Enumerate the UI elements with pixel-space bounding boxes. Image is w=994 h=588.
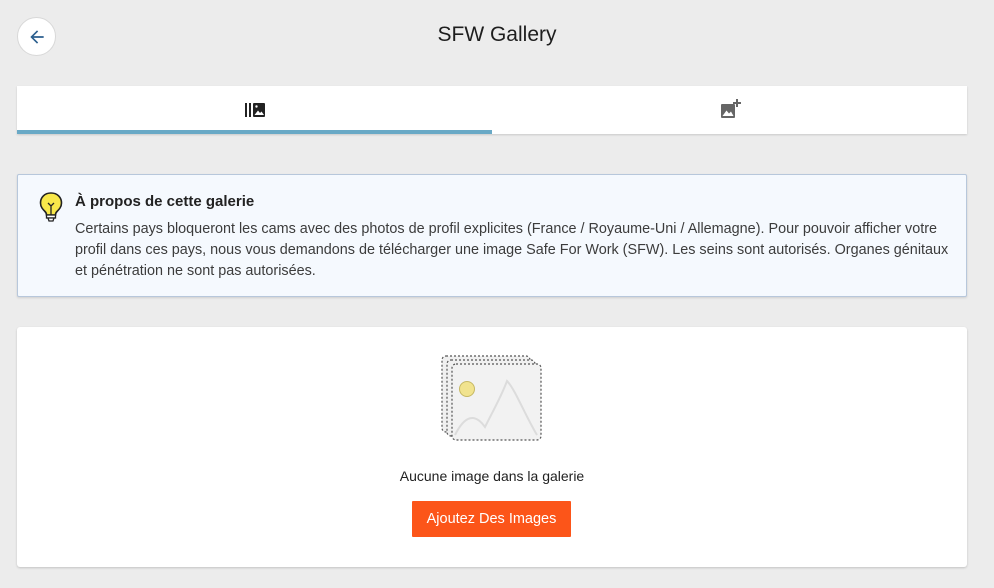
add-images-button[interactable]: Ajoutez Des Images [412,501,571,537]
gallery-info-box: À propos de cette galerie Certains pays … [17,174,967,297]
tab-add-photo[interactable] [492,86,967,134]
gallery-tabs [17,86,967,134]
gallery-card: Aucune image dans la galerie Ajoutez Des… [17,327,967,567]
info-text: Certains pays bloqueront les cams avec d… [75,221,949,279]
add-photo-icon [720,99,741,118]
empty-gallery-icon [441,355,542,441]
photo-library-icon [244,103,265,117]
tab-gallery[interactable] [17,86,492,134]
empty-gallery-text: Aucune image dans la galerie [399,468,585,484]
info-title: À propos de cette galerie [75,193,255,210]
lightbulb-icon [39,192,63,222]
page-title: SFW Gallery [437,23,557,46]
